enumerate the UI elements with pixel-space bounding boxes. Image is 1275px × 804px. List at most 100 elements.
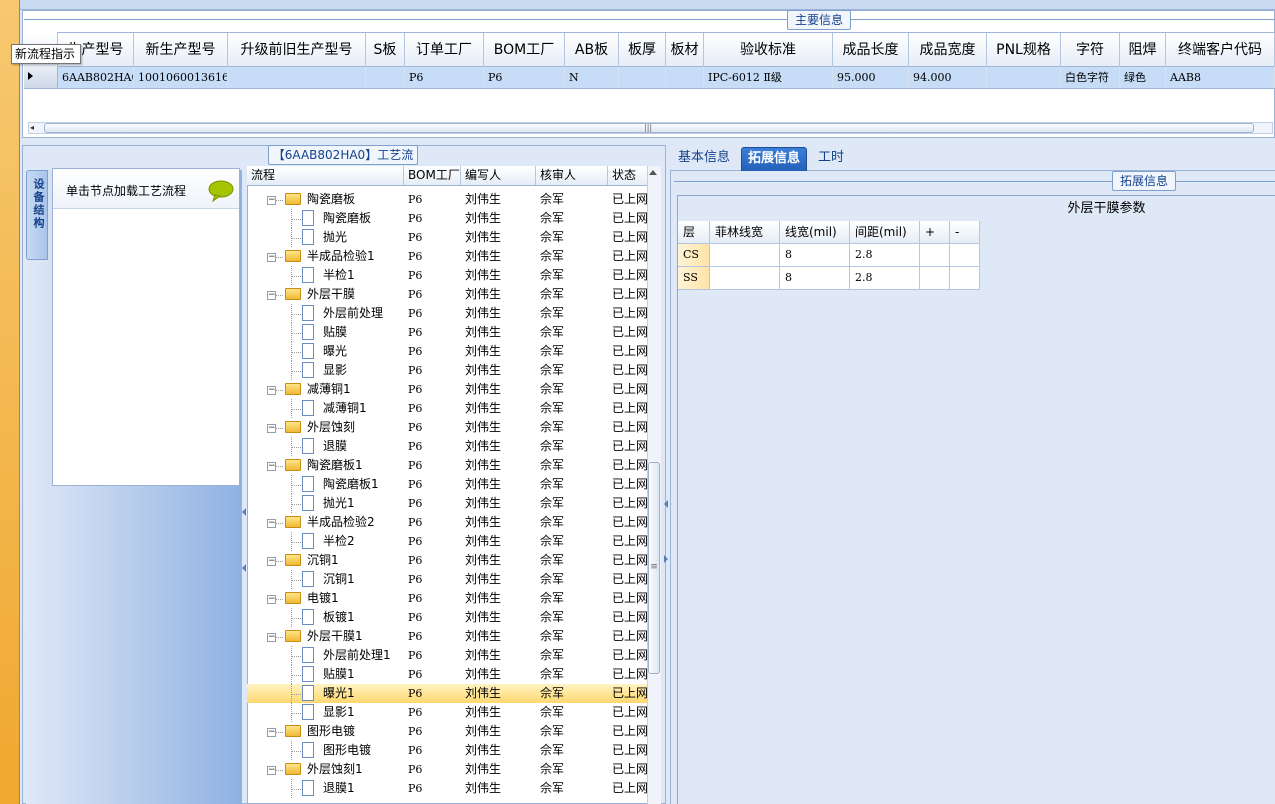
- scroll-left-icon[interactable]: ◂: [30, 123, 40, 133]
- grid-cell[interactable]: IPC-6012 Ⅱ级: [704, 67, 833, 88]
- collapse-node-icon[interactable]: −: [267, 424, 276, 433]
- film-cell[interactable]: 8: [780, 244, 850, 267]
- tree-row[interactable]: − 外层干膜 P6 刘伟生 佘军 已上网: [247, 285, 647, 304]
- collapse-left-icon[interactable]: [242, 564, 246, 572]
- grid-cell[interactable]: N: [565, 67, 619, 88]
- grid-cell[interactable]: P6: [405, 67, 484, 88]
- tree-row[interactable]: 抛光1 P6 刘伟生 佘军 已上网: [247, 494, 647, 513]
- film-column-header[interactable]: 间距(mil): [850, 221, 920, 244]
- tree-row[interactable]: 抛光 P6 刘伟生 佘军 已上网: [247, 228, 647, 247]
- tree-row[interactable]: 退膜1 P6 刘伟生 佘军 已上网: [247, 779, 647, 798]
- collapse-right-icon[interactable]: [664, 500, 668, 508]
- grid-cell[interactable]: P6: [484, 67, 565, 88]
- collapse-node-icon[interactable]: −: [267, 196, 276, 205]
- tree-column-header[interactable]: BOM工厂: [404, 166, 461, 185]
- grid-cell[interactable]: 6AAB802HA0: [58, 67, 134, 88]
- tree-row[interactable]: 曝光1 P6 刘伟生 佘军 已上网: [247, 684, 647, 703]
- grid-cell[interactable]: [666, 67, 704, 88]
- column-header[interactable]: 字符: [1061, 33, 1120, 67]
- tree-column-header[interactable]: 流程: [247, 166, 404, 185]
- tree-row[interactable]: − 半成品检验2 P6 刘伟生 佘军 已上网: [247, 513, 647, 532]
- tree-row[interactable]: 贴膜 P6 刘伟生 佘军 已上网: [247, 323, 647, 342]
- tree-row[interactable]: 退膜 P6 刘伟生 佘军 已上网: [247, 437, 647, 456]
- collapse-node-icon[interactable]: −: [267, 462, 276, 471]
- main-grid-row[interactable]: 6AAB802HA0 10010600136160 P6 P6 N IPC-6012 Ⅱ级…: [24, 67, 1275, 89]
- tree-row[interactable]: 外层前处理1 P6 刘伟生 佘军 已上网: [247, 646, 647, 665]
- tree-row[interactable]: − 图形电镀 P6 刘伟生 佘军 已上网: [247, 722, 647, 741]
- collapse-node-icon[interactable]: −: [267, 633, 276, 642]
- film-cell[interactable]: [950, 267, 980, 290]
- collapse-node-icon[interactable]: −: [267, 386, 276, 395]
- column-header[interactable]: 成品宽度: [909, 33, 987, 67]
- grid-cell[interactable]: 白色字符: [1061, 67, 1120, 88]
- grid-cell[interactable]: 绿色: [1120, 67, 1166, 88]
- tree-row[interactable]: 曝光 P6 刘伟生 佘军 已上网: [247, 342, 647, 361]
- film-cell[interactable]: 8: [780, 267, 850, 290]
- collapse-right-icon[interactable]: [664, 555, 668, 563]
- film-cell[interactable]: 2.8: [850, 244, 920, 267]
- grid-cell[interactable]: 94.000: [909, 67, 987, 88]
- column-header[interactable]: 成品长度: [833, 33, 909, 67]
- column-header[interactable]: AB板: [565, 33, 619, 67]
- tree-row[interactable]: − 减薄铜1 P6 刘伟生 佘军 已上网: [247, 380, 647, 399]
- tree-column-header[interactable]: 编写人: [461, 166, 536, 185]
- grid-cell[interactable]: [987, 67, 1061, 88]
- tree-column-header[interactable]: 状态: [608, 166, 648, 185]
- tree-row[interactable]: 显影 P6 刘伟生 佘军 已上网: [247, 361, 647, 380]
- tree-row[interactable]: 图形电镀 P6 刘伟生 佘军 已上网: [247, 741, 647, 760]
- speech-bubble-icon[interactable]: [208, 180, 234, 202]
- column-header[interactable]: BOM工厂: [484, 33, 565, 67]
- film-cell[interactable]: 2.8: [850, 267, 920, 290]
- tab-work-hours[interactable]: 工时: [812, 147, 850, 171]
- column-header[interactable]: 升级前旧生产型号: [228, 33, 366, 67]
- film-column-header[interactable]: +: [920, 221, 950, 244]
- grid-cell[interactable]: AAB8: [1166, 67, 1275, 88]
- film-layer-cell[interactable]: SS: [678, 267, 710, 290]
- tree-row[interactable]: 贴膜1 P6 刘伟生 佘军 已上网: [247, 665, 647, 684]
- tree-row[interactable]: − 电镀1 P6 刘伟生 佘军 已上网: [247, 589, 647, 608]
- tree-row[interactable]: 半检1 P6 刘伟生 佘军 已上网: [247, 266, 647, 285]
- film-column-header[interactable]: 线宽(mil): [780, 221, 850, 244]
- column-header[interactable]: S板: [366, 33, 405, 67]
- collapse-node-icon[interactable]: −: [267, 557, 276, 566]
- film-cell[interactable]: [950, 244, 980, 267]
- vertical-splitter-right[interactable]: [662, 145, 670, 804]
- collapse-left-icon[interactable]: [242, 508, 246, 516]
- tree-row[interactable]: − 沉铜1 P6 刘伟生 佘军 已上网: [247, 551, 647, 570]
- collapse-node-icon[interactable]: −: [267, 291, 276, 300]
- film-cell[interactable]: [710, 267, 780, 290]
- column-header[interactable]: 终端客户代码: [1166, 33, 1275, 67]
- tab-extended-info[interactable]: 拓展信息: [741, 147, 808, 171]
- tree-column-header[interactable]: 核审人: [536, 166, 608, 185]
- collapse-node-icon[interactable]: −: [267, 519, 276, 528]
- tree-row[interactable]: 外层前处理 P6 刘伟生 佘军 已上网: [247, 304, 647, 323]
- column-header[interactable]: 新生产型号: [134, 33, 228, 67]
- scroll-up-icon[interactable]: [649, 170, 657, 175]
- tree-row[interactable]: − 外层蚀刻 P6 刘伟生 佘军 已上网: [247, 418, 647, 437]
- grid-cell[interactable]: 95.000: [833, 67, 909, 88]
- collapse-node-icon[interactable]: −: [267, 253, 276, 262]
- column-header[interactable]: PNL规格: [987, 33, 1061, 67]
- column-header[interactable]: 板材: [666, 33, 704, 67]
- film-column-header[interactable]: 菲林线宽: [710, 221, 780, 244]
- tree-row[interactable]: − 陶瓷磨板1 P6 刘伟生 佘军 已上网: [247, 456, 647, 475]
- column-header[interactable]: 验收标准: [704, 33, 833, 67]
- film-layer-cell[interactable]: CS: [678, 244, 710, 267]
- tree-row[interactable]: − 半成品检验1 P6 刘伟生 佘军 已上网: [247, 247, 647, 266]
- film-cell[interactable]: [920, 267, 950, 290]
- column-header[interactable]: 板厚: [619, 33, 666, 67]
- film-column-header[interactable]: 层: [678, 221, 710, 244]
- grid-cell[interactable]: [228, 67, 366, 88]
- tab-basic-info[interactable]: 基本信息: [672, 147, 736, 171]
- grid-cell[interactable]: [619, 67, 666, 88]
- collapse-node-icon[interactable]: −: [267, 595, 276, 604]
- tree-row[interactable]: − 外层蚀刻1 P6 刘伟生 佘军 已上网: [247, 760, 647, 779]
- tree-row[interactable]: 沉铜1 P6 刘伟生 佘军 已上网: [247, 570, 647, 589]
- grid-cell[interactable]: 10010600136160: [134, 67, 228, 88]
- tree-row[interactable]: 显影1 P6 刘伟生 佘军 已上网: [247, 703, 647, 722]
- grid-cell[interactable]: [366, 67, 405, 88]
- film-cell[interactable]: [710, 244, 780, 267]
- tree-row[interactable]: 减薄铜1 P6 刘伟生 佘军 已上网: [247, 399, 647, 418]
- tree-row[interactable]: 板镀1 P6 刘伟生 佘军 已上网: [247, 608, 647, 627]
- tree-row[interactable]: − 陶瓷磨板 P6 刘伟生 佘军 已上网: [247, 190, 647, 209]
